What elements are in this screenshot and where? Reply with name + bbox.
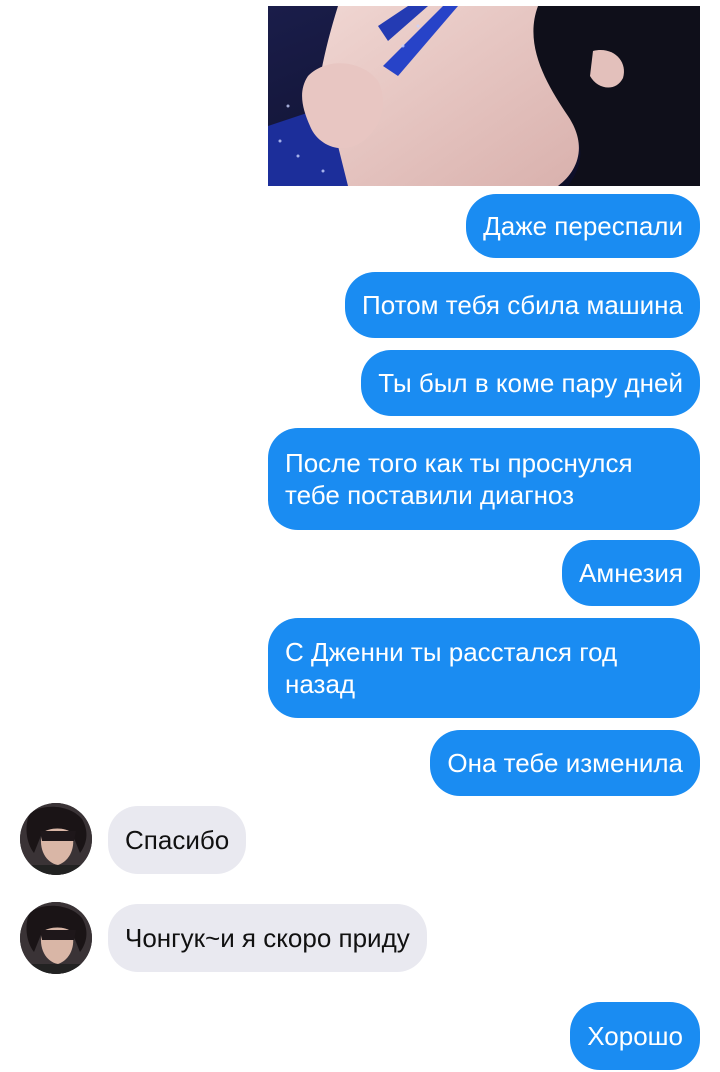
- message-text: Чонгук~и я скоро приду: [125, 923, 410, 953]
- chat-thread[interactable]: Даже переспали Потом тебя сбила машина Т…: [0, 0, 720, 1072]
- message-text: Спасибо: [125, 825, 230, 855]
- avatar-image: [20, 902, 92, 974]
- message-text: Ты был в коме пару дней: [378, 368, 683, 398]
- message-text: С Дженни ты расстался год назад: [285, 637, 618, 699]
- message-text: Амнезия: [579, 558, 683, 588]
- message-text: Она тебе изменила: [447, 748, 683, 778]
- message-bubble-outgoing[interactable]: Хорошо: [570, 1002, 700, 1070]
- image-illustration: [268, 6, 700, 186]
- avatar[interactable]: [20, 803, 92, 875]
- image-message[interactable]: [268, 6, 700, 186]
- message-bubble-incoming[interactable]: Чонгук~и я скоро приду: [108, 904, 427, 972]
- avatar-image: [20, 803, 92, 875]
- message-bubble-outgoing[interactable]: Даже переспали: [466, 194, 700, 258]
- message-bubble-incoming[interactable]: Спасибо: [108, 806, 247, 874]
- message-bubble-outgoing[interactable]: С Дженни ты расстался год назад: [268, 618, 700, 718]
- message-text: Хорошо: [587, 1021, 683, 1051]
- message-bubble-outgoing[interactable]: Амнезия: [562, 540, 700, 606]
- message-text: Даже переспали: [483, 211, 683, 241]
- message-bubble-outgoing[interactable]: Она тебе изменила: [430, 730, 700, 796]
- message-text: После того как ты проснулся тебе постави…: [285, 448, 633, 510]
- message-bubble-outgoing[interactable]: После того как ты проснулся тебе постави…: [268, 428, 700, 530]
- message-bubble-outgoing[interactable]: Ты был в коме пару дней: [361, 350, 700, 416]
- message-text: Потом тебя сбила машина: [362, 290, 683, 320]
- avatar[interactable]: [20, 902, 92, 974]
- message-bubble-outgoing[interactable]: Потом тебя сбила машина: [345, 272, 700, 338]
